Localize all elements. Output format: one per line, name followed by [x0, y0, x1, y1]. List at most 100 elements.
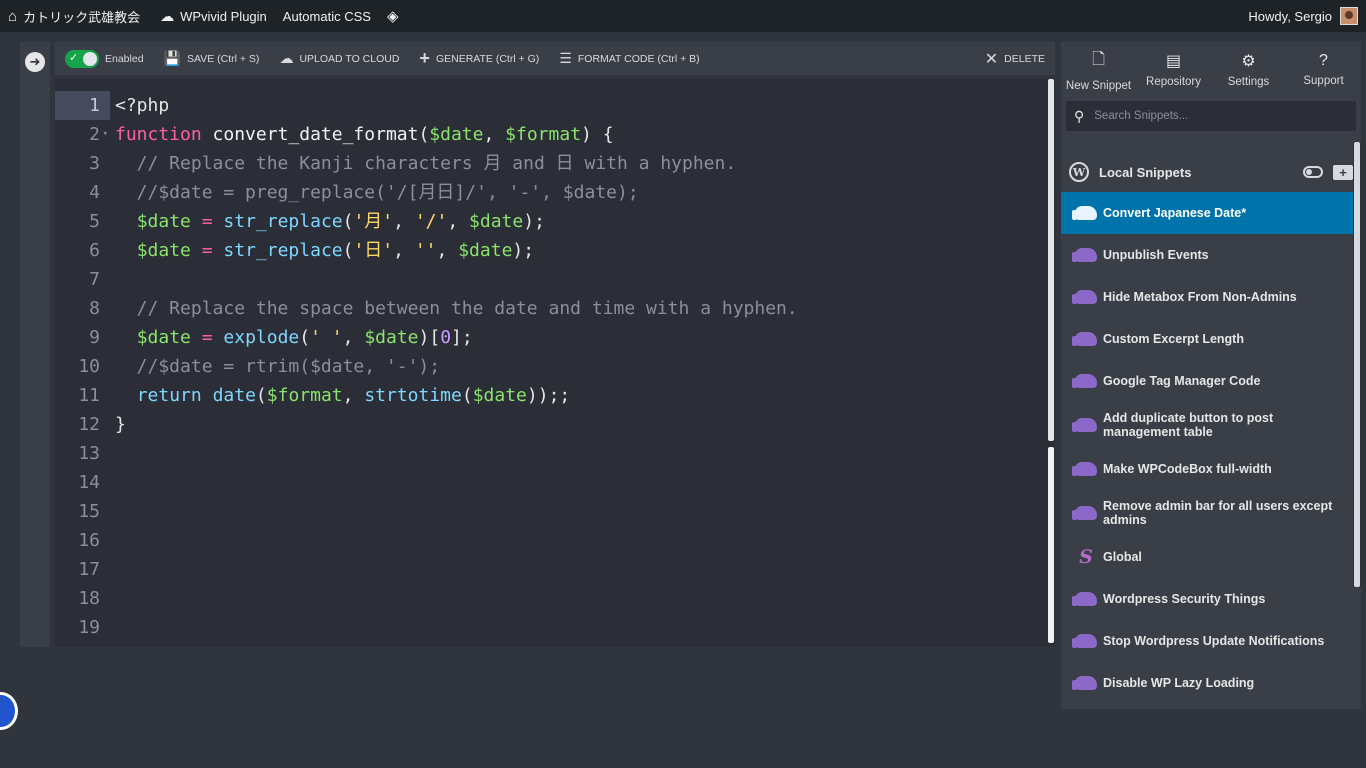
avatar — [1340, 7, 1358, 25]
header-actions: + — [1303, 164, 1353, 180]
snippet-item[interactable]: Remove admin bar for all users except ad… — [1061, 490, 1353, 536]
arrow-right-icon[interactable]: ➜ — [25, 52, 45, 72]
toggle-icon[interactable] — [1303, 166, 1323, 178]
php-elephant-icon — [1072, 332, 1097, 346]
cloud-upload-icon: ☁ — [279, 50, 294, 66]
floating-circle-button[interactable] — [0, 692, 18, 730]
toggle-switch[interactable] — [65, 49, 99, 68]
code-lines[interactable]: <?php function convert_date_format($date,… — [115, 91, 1045, 439]
code-line[interactable]: return date($format, strtotime($date));; — [115, 381, 1045, 410]
snippet-item[interactable]: Hide Metabox From Non-Admins — [1061, 276, 1353, 318]
tab-label: Settings — [1227, 76, 1270, 88]
code-line[interactable]: <?php — [115, 91, 1045, 120]
admin-bar-automatic-css[interactable]: Automatic CSS — [275, 0, 379, 32]
snippet-label: Disable WP Lazy Loading — [1103, 676, 1255, 690]
line-number: 18 — [78, 588, 100, 609]
upload-to-cloud-button[interactable]: ☁ UPLOAD TO CLOUD — [269, 42, 409, 75]
snippet-label: Remove admin bar for all users except ad… — [1103, 499, 1333, 527]
tab-settings[interactable]: ⚙ Settings — [1211, 42, 1286, 97]
folder-plus-icon[interactable]: + — [1333, 164, 1353, 180]
home-icon: ⌂ — [8, 7, 18, 25]
code-line[interactable]: function convert_date_format($date, $for… — [115, 120, 1045, 149]
editor-scrollbar-thumb[interactable] — [1048, 79, 1054, 441]
admin-bar-wpvivid[interactable]: ☁ WPvivid Plugin — [152, 0, 275, 32]
php-elephant-icon — [1072, 374, 1097, 388]
code-editor[interactable]: 1 2 ▾ 3 4 5 6 7 8 9 10 11 12 13 14 15 16 … — [55, 79, 1055, 647]
search-icon: ⚲ — [1074, 107, 1085, 124]
tab-new-snippet[interactable]: 🗋 New Snippet — [1061, 42, 1136, 97]
tab-repository[interactable]: ▤ Repository — [1136, 42, 1211, 97]
snippet-item[interactable]: Custom Excerpt Length — [1061, 318, 1353, 360]
snippet-item[interactable]: Stop Wordpress Update Notifications — [1061, 620, 1353, 662]
format-code-button[interactable]: ☰ FORMAT CODE (Ctrl + B) — [549, 42, 709, 75]
save-label: SAVE (Ctrl + S) — [186, 52, 260, 65]
close-icon: ✕ — [984, 50, 999, 68]
snippet-label: Hide Metabox From Non-Admins — [1103, 290, 1297, 304]
snippet-item[interactable]: Unpublish Events — [1061, 234, 1353, 276]
line-number: 1 — [55, 91, 110, 120]
local-snippets-title: Local Snippets — [1099, 164, 1192, 180]
snippet-label: Global — [1103, 550, 1142, 564]
snippet-item[interactable]: S Global — [1061, 536, 1353, 578]
panel-scrollbar[interactable] — [1353, 142, 1361, 587]
editor-toolbar: Enabled 💾 SAVE (Ctrl + S) ☁ UPLOAD TO CL… — [55, 42, 1055, 75]
code-line[interactable]: $date = explode(' ', $date)[0]; — [115, 323, 1045, 352]
snippet-item[interactable]: Make WPCodeBox full-width — [1061, 448, 1353, 490]
line-number: 15 — [78, 501, 100, 522]
code-line[interactable]: } — [115, 410, 1045, 439]
editor-scrollbar-track[interactable] — [1048, 447, 1054, 643]
code-line[interactable] — [115, 265, 1045, 294]
fold-arrow-icon[interactable]: ▾ — [103, 120, 108, 149]
line-number: 7 — [89, 269, 100, 290]
line-number: 5 — [89, 211, 100, 232]
line-number: 2 ▾ — [55, 120, 110, 149]
snippet-label: Unpublish Events — [1103, 248, 1209, 262]
snippet-item[interactable]: Google Tag Manager Code — [1061, 360, 1353, 402]
line-number: 16 — [78, 530, 100, 551]
snippet-item[interactable]: Convert Japanese Date* — [1061, 192, 1353, 234]
save-button[interactable]: 💾 SAVE (Ctrl + S) — [154, 42, 270, 75]
php-elephant-icon — [1072, 506, 1097, 520]
code-line[interactable]: // Replace the space between the date an… — [115, 294, 1045, 323]
php-elephant-icon — [1072, 634, 1097, 648]
line-number: 17 — [78, 559, 100, 580]
snippets-panel: 🗋 New Snippet ▤ Repository ⚙ Settings ? … — [1061, 42, 1361, 709]
editor-scrollbar[interactable] — [1047, 79, 1055, 647]
search-input[interactable]: ⚲ Search Snippets... — [1066, 101, 1356, 131]
admin-bar-diamond[interactable]: ◈ — [379, 0, 407, 32]
snippet-list: Convert Japanese Date* Unpublish Events Hi… — [1061, 192, 1353, 704]
snippet-label: Stop Wordpress Update Notifications — [1103, 634, 1325, 648]
code-line[interactable]: //$date = rtrim($date, '-'); — [115, 352, 1045, 381]
snippet-item[interactable]: Disable WP Lazy Loading — [1061, 662, 1353, 704]
plus-icon: + — [419, 48, 430, 68]
align-left-icon: ☰ — [559, 50, 572, 66]
wpvivid-label: WPvivid Plugin — [180, 8, 267, 24]
line-number: 14 — [78, 472, 100, 493]
generate-label: GENERATE (Ctrl + G) — [435, 52, 540, 65]
admin-bar-home[interactable]: ⌂ カトリック武雄教会 — [0, 0, 148, 32]
wordpress-icon: W — [1069, 162, 1089, 182]
code-line[interactable]: // Replace the Kanji characters 月 and 日 … — [115, 149, 1045, 178]
admin-bar-account[interactable]: Howdy, Sergio — [1240, 0, 1366, 32]
line-number-gutter: 1 2 ▾ 3 4 5 6 7 8 9 10 11 12 13 14 15 16 … — [55, 91, 110, 642]
panel-scrollbar-thumb[interactable] — [1354, 142, 1360, 587]
panel-tabs: 🗋 New Snippet ▤ Repository ⚙ Settings ? … — [1061, 42, 1361, 97]
enabled-toggle[interactable]: Enabled — [55, 42, 154, 75]
delete-button[interactable]: ✕ DELETE — [975, 42, 1055, 75]
tab-label: New Snippet — [1065, 79, 1132, 92]
code-line[interactable]: $date = str_replace('月', '/', $date); — [115, 207, 1045, 236]
snippet-label: Wordpress Security Things — [1103, 592, 1266, 606]
delete-label: DELETE — [1004, 52, 1045, 65]
code-line[interactable]: $date = str_replace('日', '', $date); — [115, 236, 1045, 265]
line-number: 19 — [78, 617, 100, 638]
snippet-item[interactable]: Wordpress Security Things — [1061, 578, 1353, 620]
search-placeholder: Search Snippets... — [1094, 110, 1189, 122]
snippet-item[interactable]: Add duplicate button to post management … — [1061, 402, 1353, 448]
generate-button[interactable]: + GENERATE (Ctrl + G) — [409, 42, 549, 75]
left-gutter: ➜ — [20, 42, 50, 647]
snippet-label: Add duplicate button to post management … — [1103, 411, 1274, 439]
code-line[interactable]: //$date = preg_replace('/[月日]/', '-', $d… — [115, 178, 1045, 207]
file-icon: 🗋 — [1092, 50, 1105, 68]
tab-support[interactable]: ? Support — [1286, 42, 1361, 97]
line-number: 13 — [78, 443, 100, 464]
